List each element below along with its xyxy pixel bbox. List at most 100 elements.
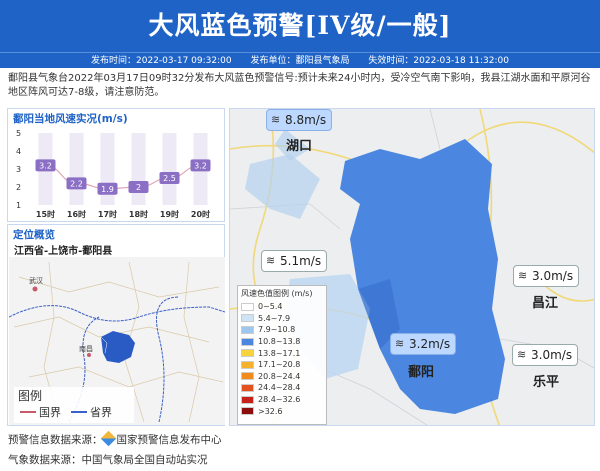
publish-unit-item: 发布单位：鄱阳县气象局 (250, 56, 349, 66)
hour-column (69, 133, 84, 205)
wind-legend-item: >32.6 (238, 405, 326, 417)
wind-icon: ≋ (266, 254, 276, 267)
weather-source-value: 中国气象局全国自动站实况 (81, 454, 208, 466)
x-tick-label: 18时 (129, 209, 148, 219)
wind-legend-swatch (241, 395, 254, 404)
station-speed: 3.2m/s (409, 337, 451, 351)
station-speed: 8.8m/s (285, 113, 327, 127)
place-changjiang: 昌江 (532, 296, 559, 311)
wind-legend-label: 17.1~20.8 (258, 360, 301, 370)
province-border-label: 省界 (90, 406, 112, 419)
wind-speed-chart: 1 2 3 4 5 3.2 15时 2.2 16时 1.9 17时 2 18时 2.5 19时 3.2 20时 (16, 129, 211, 219)
wind-legend-swatch (241, 349, 254, 358)
overview-legend: 图例 国界 省界 (14, 387, 134, 423)
wind-legend-swatch (241, 302, 254, 311)
city-wuhan: 武汉 (29, 276, 43, 285)
wind-legend-item: 24.4~28.4 (238, 382, 326, 394)
wind-legend-item: 28.4~32.6 (238, 394, 326, 406)
warning-banner: 大风蓝色预警[IV级/一般] (0, 0, 600, 52)
hour-column (162, 133, 177, 205)
y-tick-label: 4 (16, 147, 21, 156)
warning-source-value: 国家预警信息发布中心 (116, 434, 222, 446)
weather-source-label: 气象数据来源： (8, 454, 82, 466)
national-border-label: 国界 (39, 406, 61, 419)
warning-source-line: 预警信息数据来源： 国家预警信息发布中心 (8, 430, 222, 447)
wind-legend-item: 13.8~17.1 (238, 347, 326, 359)
x-tick-label: 20时 (191, 209, 210, 219)
y-tick-label: 1 (16, 201, 21, 210)
expire-time-item: 失效时间：2022-03-18 11:32:00 (368, 56, 509, 66)
x-tick-label: 15时 (36, 209, 55, 219)
wind-legend-swatch (241, 337, 254, 346)
wind-legend-swatch (241, 325, 254, 334)
place-leping: 乐平 (533, 375, 560, 390)
publish-time-item: 发布时间：2022-03-17 09:32:00 (91, 56, 232, 66)
location-panel: 定位概览 江西省-上饶市-鄱阳县 武汉 南昌 图例 国界 省界 (7, 224, 225, 426)
publish-time-value: 2022-03-17 09:32:00 (136, 56, 232, 66)
location-path: 江西省-上饶市-鄱阳县 (14, 246, 113, 257)
station-bubble-west[interactable]: ≋ 5.1m/s (261, 250, 328, 272)
wind-legend-swatch (241, 372, 254, 381)
wind-legend-item: 5.4~7.9 (238, 313, 326, 325)
wind-legend-title: 风速色值图例 (m/s) (241, 289, 313, 298)
wind-icon: ≋ (518, 269, 528, 282)
expire-time-label: 失效时间： (368, 56, 414, 66)
wind-speed-label: 2.2 (70, 179, 83, 188)
wind-color-legend: 风速色值图例 (m/s) 0~5.4 5.4~7.9 7.9~10.8 10.8~13… (237, 285, 327, 425)
station-speed: 3.0m/s (531, 348, 573, 362)
wind-speed-label: 1.9 (101, 185, 114, 194)
y-tick-label: 2 (16, 183, 21, 192)
wind-panel-title: 鄱阳当地风速实况(m/s) (13, 113, 128, 125)
wind-legend-swatch (241, 314, 254, 323)
wind-speed-label: 3.2 (194, 161, 207, 170)
wind-speed-label: 3.2 (39, 161, 52, 170)
station-bubble-leping[interactable]: ≋ 3.0m/s (512, 344, 579, 366)
wind-legend-label: >32.6 (258, 406, 283, 416)
station-bubble-poyang[interactable]: ≋ 3.2m/s (390, 333, 457, 355)
wind-icon: ≋ (517, 348, 527, 361)
wind-legend-swatch (241, 407, 254, 416)
x-tick-label: 17时 (98, 209, 117, 219)
wind-legend-label: 0~5.4 (258, 302, 283, 312)
wind-speed-panel: 鄱阳当地风速实况(m/s) 1 2 3 4 5 3.2 15时 2.2 16时 1.9 17时 2 18… (7, 108, 225, 222)
warning-meta-bar: 发布时间：2022-03-17 09:32:00 发布单位：鄱阳县气象局 失效时… (0, 52, 600, 68)
station-speed: 5.1m/s (280, 254, 322, 268)
province-border-swatch (71, 411, 87, 413)
station-speed: 3.0m/s (532, 269, 574, 283)
station-bubble-hukou[interactable]: ≋ 8.8m/s (266, 109, 333, 131)
wind-speed-label: 2.5 (163, 174, 176, 183)
wind-speed-label: 2 (136, 183, 141, 192)
city-nanchang: 南昌 (79, 344, 93, 353)
wind-legend-item: 20.8~24.4 (238, 371, 326, 383)
x-tick-label: 19时 (160, 209, 179, 219)
wind-icon: ≋ (395, 337, 405, 350)
y-tick-label: 3 (16, 165, 21, 174)
expire-time-value: 2022-03-18 11:32:00 (413, 56, 509, 66)
national-border-swatch (20, 411, 36, 413)
wind-legend-swatch (241, 383, 254, 392)
wind-legend-label: 20.8~24.4 (258, 371, 301, 381)
wind-legend-item: 7.9~10.8 (238, 324, 326, 336)
wind-legend-label: 28.4~32.6 (258, 395, 301, 405)
wind-legend-item: 10.8~13.8 (238, 336, 326, 348)
publish-time-label: 发布时间： (91, 56, 137, 66)
wind-legend-label: 7.9~10.8 (258, 325, 296, 335)
x-tick-label: 16时 (67, 209, 86, 219)
wind-legend-item: 17.1~20.8 (238, 359, 326, 371)
warning-source-label: 预警信息数据来源： (8, 434, 103, 446)
place-poyang: 鄱阳 (408, 365, 435, 380)
wind-map-panel[interactable]: ≋ 8.8m/s 湖口 ≋ 5.1m/s ≋ 3.0m/s 昌江 ≋ 3.2m/… (229, 108, 595, 426)
overview-legend-title: 图例 (18, 389, 43, 403)
wind-icon: ≋ (271, 113, 281, 126)
wind-legend-swatch (241, 360, 254, 369)
publish-unit-label: 发布单位： (250, 56, 296, 66)
wind-legend-item: 0~5.4 (238, 301, 326, 313)
wind-legend-label: 5.4~7.9 (258, 313, 291, 323)
hour-column (131, 133, 146, 205)
warning-description: 鄱阳县气象台2022年03月17日09时32分发布大风蓝色预警信号:预计未来24… (8, 73, 591, 98)
wind-legend-label: 10.8~13.8 (258, 337, 301, 347)
station-bubble-changjiang[interactable]: ≋ 3.0m/s (513, 265, 580, 287)
place-hukou: 湖口 (286, 139, 313, 154)
wind-legend-label: 13.8~17.1 (258, 348, 301, 358)
warning-title: 大风蓝色预警[IV级/一般] (148, 11, 452, 40)
